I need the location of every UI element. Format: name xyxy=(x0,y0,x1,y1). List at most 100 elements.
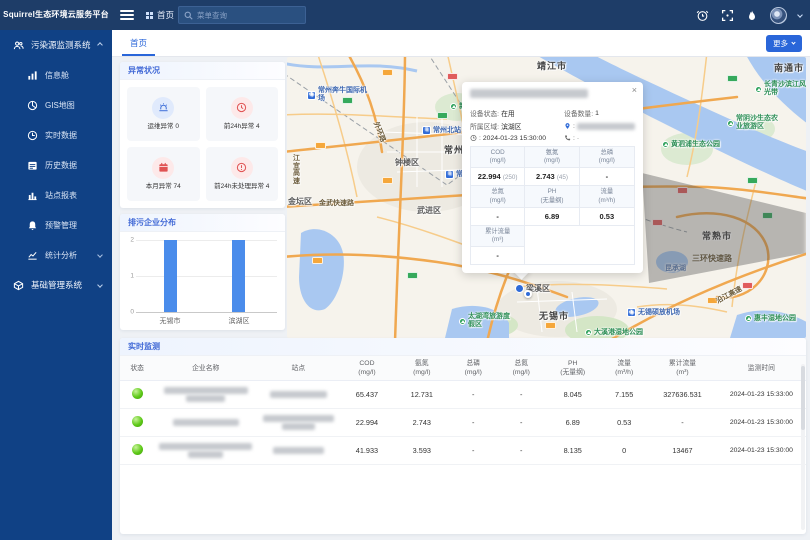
tab-home[interactable]: 首页 xyxy=(122,30,155,56)
status-online-icon xyxy=(132,388,143,399)
alert-circle-icon xyxy=(231,157,253,179)
table-row[interactable]: 22.994 2.743 - - 6.89 0.53 - 2024-01-23 … xyxy=(120,409,806,437)
field-label: : · xyxy=(573,135,579,142)
sidebar-section-base-manage[interactable]: 基础管理系统 xyxy=(0,270,112,300)
road-badge xyxy=(382,177,393,184)
flow-value: 0.53 xyxy=(600,409,648,437)
monitor-table: 状态 企业名称 站点 COD(mg/l) 氨氮(mg/l) 总磷(mg/l) 总… xyxy=(120,356,806,465)
sidebar-item-warning-manage[interactable]: 预警管理 xyxy=(0,210,112,240)
cod-value: 65.437 xyxy=(340,381,395,409)
table-row[interactable]: 65.437 12.731 - - 8.045 7.155 327636.531… xyxy=(120,381,806,409)
sidebar: 污染源监测系统 信息舱 GIS地图 实时数据 历史数据 站点报表 预警管理 xyxy=(0,30,112,540)
clock-icon xyxy=(470,134,477,142)
gis-map[interactable]: 靖江市 南通市 常州市 钟楼区 ≡常州站 ≡常州北站 新龙生态林 ✈常州奔牛国际… xyxy=(287,57,806,338)
monitor-time: 2024-01-23 15:30:00 xyxy=(717,409,806,437)
status-online-icon xyxy=(132,416,143,427)
map-airport-label: ✈常州奔牛国际机场 xyxy=(307,87,373,103)
park-icon xyxy=(727,120,734,127)
field-label: : xyxy=(573,123,575,130)
company-name-redacted xyxy=(154,437,257,465)
map-station-label: ≡常州北站 xyxy=(422,125,461,135)
x-category: 滨湖区 xyxy=(229,316,250,326)
card-label: 运维异常 xyxy=(148,123,174,130)
airport-icon: ✈ xyxy=(627,308,636,317)
metric-header: 累计流量(m³) xyxy=(471,226,524,247)
station-info-popup: × 设备状态:在用 设备数量:1 所属区域:滨湖区 : :2024-01-23 … xyxy=(462,82,643,273)
popup-fields: 设备状态:在用 设备数量:1 所属区域:滨湖区 : :2024-01-23 15… xyxy=(470,108,635,142)
field-value: 在用 xyxy=(501,108,515,118)
field-value: 滨湖区 xyxy=(501,121,521,131)
menu-search[interactable] xyxy=(178,6,306,24)
card-24h-unhandled-abnormal[interactable]: 前24h未处理异常 4 xyxy=(206,147,279,201)
map-airport-label: ✈无锡硕放机场 xyxy=(627,307,680,317)
popup-metrics-table: COD(mg/l) 氨氮(mg/l) 总磷(mg/l) 22.994 (250)… xyxy=(470,146,635,265)
y-tick: 1 xyxy=(126,273,134,280)
table-row[interactable]: 41.933 3.593 - - 8.135 0 13467 2024-01-2… xyxy=(120,437,806,465)
bar-chart: 2 1 0 xyxy=(136,240,277,312)
menu-toggle-icon[interactable] xyxy=(120,8,134,22)
card-operation-abnormal[interactable]: 运维异常 0 xyxy=(127,87,200,141)
sidebar-section-label: 污染源监测系统 xyxy=(31,39,91,51)
total-flow-value: 327636.531 xyxy=(648,381,717,409)
search-input[interactable] xyxy=(197,11,300,20)
road-badge xyxy=(315,142,326,149)
monitor-time: 2024-01-23 15:30:00 xyxy=(717,437,806,465)
history-icon xyxy=(27,160,38,171)
metric-header: 氨氮(mg/l) xyxy=(525,147,579,168)
card-month-abnormal[interactable]: 本月异常 74 xyxy=(127,147,200,201)
phone-icon xyxy=(564,134,571,142)
sidebar-item-gis-map[interactable]: GIS地图 xyxy=(0,90,112,120)
card-count: 4 xyxy=(266,183,270,190)
ph-value: 8.135 xyxy=(545,437,600,465)
metric-header: 流量(m³/h) xyxy=(580,186,634,207)
topbar-home-tab[interactable]: 首页 xyxy=(146,0,174,30)
map-city-label: 无锡市 xyxy=(539,309,569,322)
user-avatar[interactable] xyxy=(770,7,787,24)
alarm-icon[interactable] xyxy=(695,8,709,22)
road-badge xyxy=(437,112,448,119)
sidebar-item-label: 历史数据 xyxy=(45,160,102,171)
more-button[interactable]: 更多 xyxy=(766,35,802,52)
metric-value: - xyxy=(580,168,634,186)
sidebar-item-station-report[interactable]: 站点报表 xyxy=(0,180,112,210)
card-24h-abnormal[interactable]: 前24h异常 4 xyxy=(206,87,279,141)
flow-value: 7.155 xyxy=(600,381,648,409)
table-header-row: 状态 企业名称 站点 COD(mg/l) 氨氮(mg/l) 总磷(mg/l) 总… xyxy=(120,356,806,381)
station-map-marker[interactable] xyxy=(524,290,532,298)
ph-value: 8.045 xyxy=(545,381,600,409)
sidebar-item-statistics[interactable]: 统计分析 xyxy=(0,240,112,270)
map-district-label: 钟楼区 xyxy=(395,157,419,168)
sidebar-item-label: 实时数据 xyxy=(45,130,102,141)
road-badge xyxy=(407,272,418,279)
close-icon[interactable]: × xyxy=(632,85,637,95)
flame-icon[interactable] xyxy=(745,8,759,22)
tp-value: - xyxy=(449,437,497,465)
users-icon xyxy=(13,40,24,51)
col-header: 监测时间 xyxy=(717,356,806,381)
station-name-redacted xyxy=(470,89,588,98)
metric-header: 总磷(mg/l) xyxy=(580,147,634,168)
nh3n-value: 3.593 xyxy=(394,437,449,465)
road-badge xyxy=(727,75,738,82)
park-icon xyxy=(662,141,669,148)
chevron-down-icon[interactable] xyxy=(797,12,803,18)
card-label: 前24h未处理异常 xyxy=(214,183,264,190)
nh3n-value: 12.731 xyxy=(394,381,449,409)
y-tick: 0 xyxy=(126,309,134,316)
map-road-label: 金武快速路 xyxy=(319,198,354,208)
topbar: Squirrel生态环境云服务平台 首页 xyxy=(0,0,810,30)
sidebar-item-dashboard[interactable]: 信息舱 xyxy=(0,60,112,90)
map-park-label: 大溪港湿地公园 xyxy=(585,327,643,337)
field-label: 设备状态: xyxy=(470,108,499,118)
screenshot-icon[interactable] xyxy=(720,8,734,22)
sidebar-item-history-data[interactable]: 历史数据 xyxy=(0,150,112,180)
col-header: 总磷(mg/l) xyxy=(449,356,497,381)
field-value: 1 xyxy=(595,110,599,117)
col-header: 流量(m³/h) xyxy=(600,356,648,381)
col-header: 站点 xyxy=(257,356,339,381)
col-header: 状态 xyxy=(120,356,154,381)
sidebar-section-pollution[interactable]: 污染源监测系统 xyxy=(0,30,112,60)
scrollbar-thumb[interactable] xyxy=(801,366,805,430)
field-value: 2024-01-23 15:30:00 xyxy=(483,135,546,142)
sidebar-item-realtime-data[interactable]: 实时数据 xyxy=(0,120,112,150)
